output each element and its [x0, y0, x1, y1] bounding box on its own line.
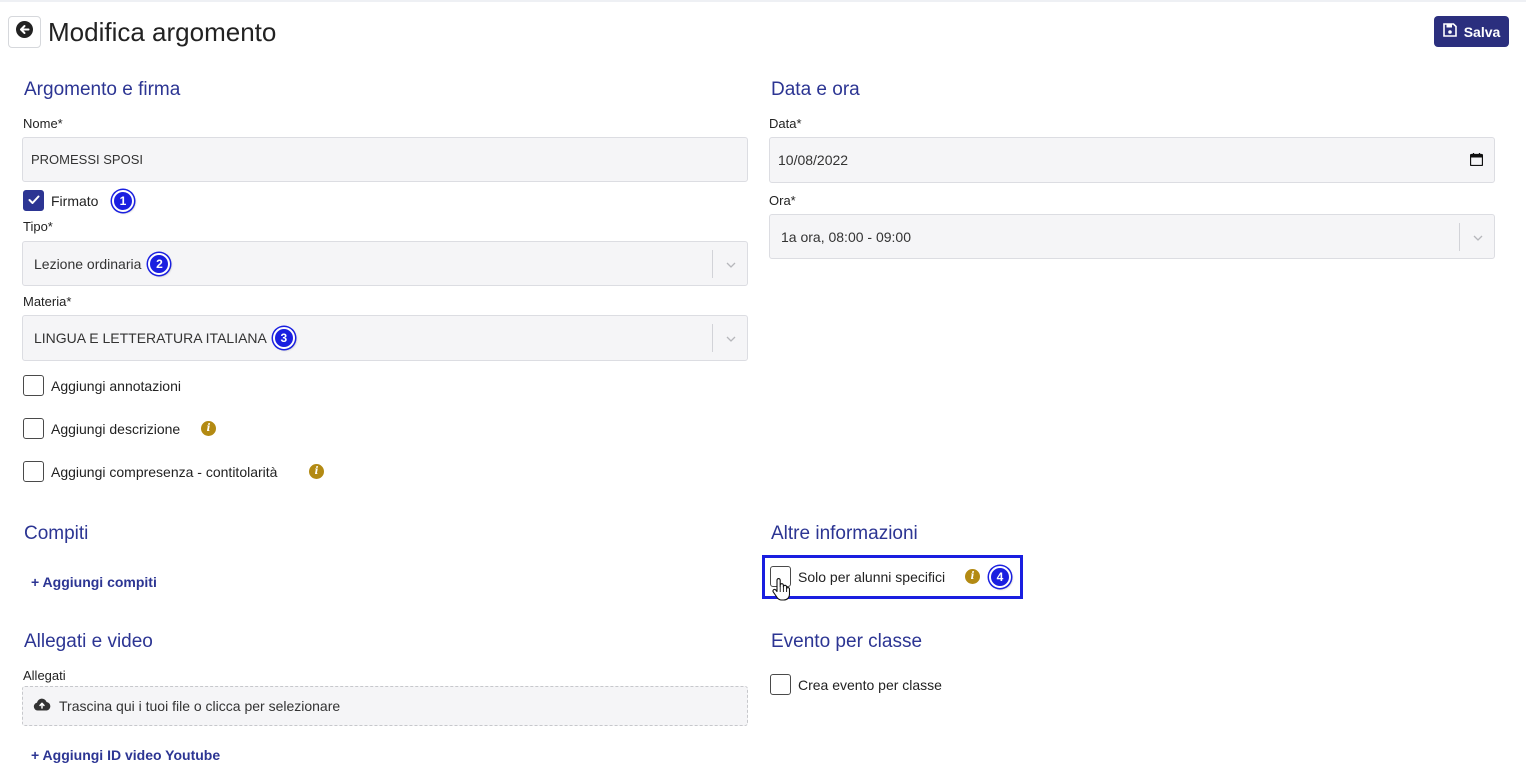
section-title-compiti: Compiti — [24, 523, 89, 544]
add-compiti-link[interactable]: + Aggiungi compiti — [31, 573, 157, 591]
ora-label: Ora* — [769, 193, 796, 208]
info-icon[interactable]: i — [309, 464, 324, 479]
section-title-argomento: Argomento e firma — [24, 79, 181, 100]
back-button[interactable] — [8, 16, 41, 48]
dropzone-text: Trascina qui i tuoi file o clicca per se… — [59, 698, 341, 714]
step-marker-1: 1 — [112, 190, 134, 212]
chevron-down-icon — [725, 256, 737, 272]
aggiungi-descrizione-label: Aggiungi descrizione — [51, 421, 181, 437]
file-dropzone[interactable]: Trascina qui i tuoi file o clicca per se… — [22, 686, 748, 726]
floppy-disk-icon — [1442, 23, 1457, 40]
firmato-checkbox[interactable] — [23, 190, 44, 211]
save-button-label: Salva — [1463, 23, 1501, 40]
section-title-data-ora: Data e ora — [771, 79, 860, 100]
crea-evento-checkbox[interactable] — [770, 674, 791, 695]
solo-alunni-label: Solo per alunni specifici — [798, 569, 946, 585]
crea-evento-label: Crea evento per classe — [798, 677, 942, 693]
aggiungi-descrizione-checkbox[interactable] — [23, 418, 44, 439]
data-field[interactable]: 10/08/2022 — [769, 137, 1495, 183]
chevron-down-icon — [1472, 229, 1484, 245]
page-title: Modifica argomento — [48, 17, 277, 47]
calendar-icon[interactable] — [1469, 153, 1484, 169]
materia-label: Materia* — [23, 294, 72, 309]
tipo-select[interactable]: Lezione ordinaria 2 — [22, 241, 748, 286]
nome-value: PROMESSI SPOSI — [31, 152, 143, 167]
tipo-label: Tipo* — [23, 219, 53, 234]
select-separator — [1459, 223, 1460, 251]
aggiungi-compresenza-checkbox[interactable] — [23, 461, 44, 482]
step-marker-2: 2 — [148, 252, 171, 275]
check-icon — [28, 192, 40, 210]
section-title-allegati: Allegati e video — [24, 631, 153, 652]
materia-select[interactable]: LINGUA E LETTERATURA ITALIANA 3 — [22, 315, 748, 361]
select-separator — [712, 324, 713, 352]
materia-value: LINGUA E LETTERATURA ITALIANA — [34, 330, 267, 346]
ora-select[interactable]: 1a ora, 08:00 - 09:00 — [769, 214, 1495, 259]
nome-label: Nome* — [23, 116, 63, 131]
hand-cursor-icon — [772, 577, 791, 606]
step-marker-4: 4 — [989, 566, 1011, 588]
tipo-value: Lezione ordinaria — [34, 255, 142, 272]
aggiungi-annotazioni-checkbox[interactable] — [23, 375, 44, 396]
nome-field[interactable]: PROMESSI SPOSI — [22, 137, 748, 182]
select-separator — [712, 250, 713, 278]
aggiungi-annotazioni-label: Aggiungi annotazioni — [51, 378, 181, 394]
step-marker-3: 3 — [272, 327, 295, 349]
section-title-evento: Evento per classe — [771, 631, 923, 652]
aggiungi-compresenza-label: Aggiungi compresenza - contitolarità — [51, 464, 278, 480]
info-icon[interactable]: i — [201, 421, 216, 436]
ora-value: 1a ora, 08:00 - 09:00 — [781, 228, 911, 245]
save-button[interactable]: Salva — [1434, 16, 1509, 47]
allegati-label: Allegati — [23, 668, 66, 683]
info-icon[interactable]: i — [965, 569, 980, 584]
firmato-label: Firmato — [51, 193, 99, 209]
data-value: 10/08/2022 — [778, 152, 849, 168]
arrow-left-icon — [16, 21, 33, 43]
chevron-down-icon — [725, 330, 737, 346]
cloud-upload-icon — [33, 698, 51, 714]
section-title-altre-informazioni: Altre informazioni — [771, 523, 918, 544]
add-video-link[interactable]: + Aggiungi ID video Youtube — [31, 746, 220, 764]
data-label: Data* — [769, 116, 802, 131]
top-divider — [0, 0, 1526, 2]
